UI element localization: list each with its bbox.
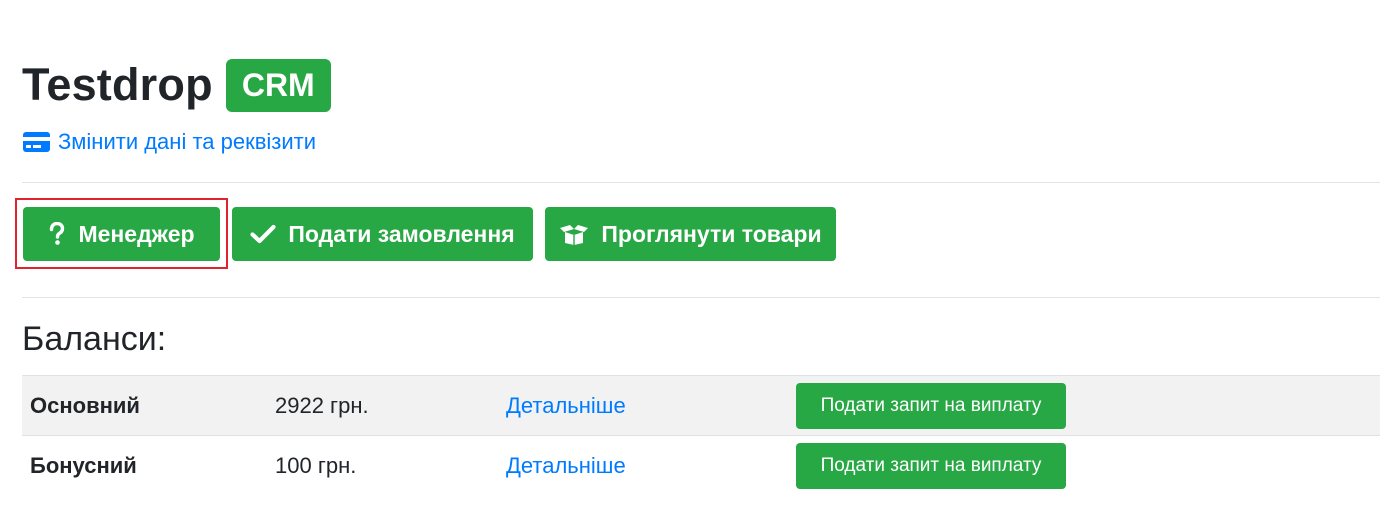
- balances-heading: Баланси:: [22, 320, 167, 358]
- view-products-button[interactable]: Проглянути товари: [545, 207, 836, 261]
- details-link[interactable]: Детальніше: [506, 436, 626, 496]
- request-payout-button[interactable]: Подати запит на виплату: [796, 443, 1066, 489]
- balance-name: Бонусний: [30, 453, 137, 478]
- manager-button[interactable]: Менеджер: [23, 207, 220, 261]
- balances-table: Основний 2922 грн. Детальніше Подати зап…: [22, 375, 1380, 495]
- page-title: Testdrop CRM: [22, 56, 331, 114]
- action-cell: Подати запит на виплату: [796, 436, 1066, 496]
- details-link[interactable]: Детальніше: [506, 376, 626, 436]
- view-products-label: Проглянути товари: [601, 220, 822, 247]
- check-icon: [250, 224, 276, 244]
- box-open-icon: [559, 223, 589, 245]
- app-title: Testdrop: [22, 59, 213, 110]
- edit-details-link[interactable]: Змінити дані та реквізити: [23, 128, 316, 156]
- balance-amount: 2922 грн.: [275, 393, 369, 418]
- credit-card-icon: [23, 132, 50, 152]
- balance-name: Основний: [30, 393, 140, 418]
- question-icon: [48, 222, 66, 246]
- edit-details-label: Змінити дані та реквізити: [58, 129, 317, 154]
- divider: [22, 182, 1380, 183]
- table-row: Бонусний 100 грн. Детальніше Подати запи…: [22, 435, 1380, 495]
- manager-button-label: Менеджер: [78, 220, 195, 247]
- crm-badge: CRM: [225, 58, 331, 112]
- submit-order-label: Подати замовлення: [288, 220, 515, 247]
- submit-order-button[interactable]: Подати замовлення: [232, 207, 533, 261]
- balance-amount: 100 грн.: [275, 453, 357, 478]
- table-row: Основний 2922 грн. Детальніше Подати зап…: [22, 375, 1380, 435]
- action-cell: Подати запит на виплату: [796, 376, 1066, 436]
- divider: [22, 297, 1380, 298]
- request-payout-button[interactable]: Подати запит на виплату: [796, 383, 1066, 429]
